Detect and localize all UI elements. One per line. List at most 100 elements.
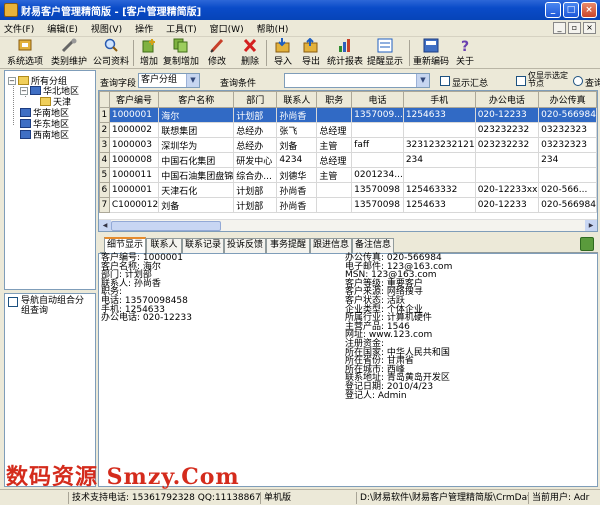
table-cell[interactable]: 234 <box>402 152 476 168</box>
row-number-header[interactable] <box>99 91 110 108</box>
table-cell[interactable]: 1000003 <box>108 137 160 153</box>
table-row[interactable]: 5 1000011 中国石油集团盘锦 综合办... 刘德华 主管 0201234... <box>99 167 597 183</box>
column-header[interactable]: 手机 <box>402 91 476 108</box>
menu-edit[interactable]: 编辑(E) <box>47 22 78 35</box>
table-cell[interactable]: 1000002 <box>108 122 160 138</box>
table-cell[interactable]: 234 <box>538 152 597 168</box>
table-cell[interactable]: 03232323 <box>538 122 597 138</box>
table-cell[interactable]: 中国石化集团 <box>158 152 235 168</box>
close-button[interactable]: × <box>581 2 597 18</box>
table-cell[interactable]: 孙尚香 <box>276 107 318 123</box>
column-header[interactable]: 办公电话 <box>474 91 540 108</box>
row-number[interactable]: 5 <box>99 167 110 183</box>
tab-contact-records[interactable]: 联系记录 <box>182 238 224 253</box>
recode-button[interactable]: 重新编码 <box>412 38 450 68</box>
table-cell[interactable] <box>474 167 540 183</box>
table-cell[interactable]: 1254633 <box>402 107 476 123</box>
table-cell[interactable]: 孙尚香 <box>276 182 318 198</box>
table-cell[interactable]: 刘备 <box>276 137 318 153</box>
column-header[interactable]: 部门 <box>233 91 278 108</box>
tree-node-xinan[interactable]: 西南地区 <box>20 128 69 141</box>
table-cell[interactable]: 总经理 <box>316 152 353 168</box>
import-button[interactable]: 导入 <box>270 38 296 68</box>
group-tree[interactable]: − 所有分组 − 华北地区 天津 华南地区 华东地区 西南地区 <box>4 70 96 290</box>
minimize-button[interactable]: _ <box>545 2 561 18</box>
column-header[interactable]: 职务 <box>316 91 353 108</box>
table-row[interactable]: 6 1000001 天津石化 计划部 孙尚香 13570098 125463332 020-1… <box>99 182 597 198</box>
table-cell[interactable] <box>316 182 353 198</box>
table-cell[interactable]: 1000011 <box>108 167 160 183</box>
tab-followup[interactable]: 跟进信息 <box>310 238 352 253</box>
table-cell[interactable]: 深圳华为 <box>158 137 235 153</box>
delete-button[interactable]: 删除 <box>237 38 263 68</box>
query-radio[interactable] <box>573 76 583 86</box>
column-header[interactable]: 办公传真 <box>538 91 597 108</box>
show-summary-checkbox[interactable] <box>440 76 450 86</box>
row-number[interactable]: 1 <box>99 107 110 123</box>
table-cell[interactable]: 03232323 <box>538 137 597 153</box>
tab-notes[interactable]: 备注信息 <box>352 238 394 253</box>
table-cell[interactable]: 13570098 <box>351 182 404 198</box>
table-cell[interactable]: 023232232 <box>474 122 540 138</box>
row-number[interactable]: 7 <box>99 197 110 213</box>
table-cell[interactable]: 计划部 <box>233 107 278 123</box>
table-cell[interactable]: C1000012 <box>108 197 160 213</box>
company-info-button[interactable]: 公司资料 <box>92 38 130 68</box>
table-cell[interactable]: 020-12233 <box>474 197 540 213</box>
customer-grid[interactable]: 客户编号 客户名称 部门 联系人 职务 电话 手机 办公电话 办公传真 1 1000001 海尔 计划… <box>98 90 598 232</box>
table-cell[interactable]: 海尔 <box>158 107 235 123</box>
table-cell[interactable] <box>474 152 540 168</box>
tab-contacts[interactable]: 联系人 <box>146 238 182 253</box>
table-cell[interactable]: 0201234... <box>351 167 404 183</box>
table-cell[interactable]: 020-566... <box>538 182 597 198</box>
menu-window[interactable]: 窗口(W) <box>210 22 244 35</box>
menu-operate[interactable]: 操作 <box>135 22 153 35</box>
menu-tools[interactable]: 工具(T) <box>166 22 197 35</box>
table-cell[interactable]: 联想集团 <box>158 122 235 138</box>
menu-help[interactable]: 帮助(H) <box>257 22 289 35</box>
table-cell[interactable]: 张飞 <box>276 122 318 138</box>
row-number[interactable]: 3 <box>99 137 110 153</box>
table-cell[interactable]: 研发中心 <box>233 152 278 168</box>
table-cell[interactable] <box>316 197 353 213</box>
table-cell[interactable]: 020-566984 <box>538 197 597 213</box>
table-cell[interactable]: 1254633 <box>402 197 476 213</box>
table-cell[interactable]: faff <box>351 137 404 153</box>
table-cell[interactable]: 020-12233 <box>474 107 540 123</box>
table-cell[interactable]: 天津石化 <box>158 182 235 198</box>
table-cell[interactable]: 020-12233xx <box>474 182 540 198</box>
table-cell[interactable]: 1000001 <box>108 107 160 123</box>
menu-file[interactable]: 文件(F) <box>4 22 34 35</box>
column-header[interactable]: 客户编号 <box>108 91 160 108</box>
table-cell[interactable]: 刘备 <box>158 197 235 213</box>
tab-reminders[interactable]: 事务提醒 <box>266 238 310 253</box>
table-cell[interactable]: 1357009... <box>351 107 404 123</box>
mdi-minimize-button[interactable]: _ <box>553 22 566 34</box>
table-cell[interactable] <box>538 167 597 183</box>
add-button[interactable]: 增加 <box>136 38 162 68</box>
about-button[interactable]: ? 关于 <box>452 38 478 68</box>
collapse-icon[interactable]: − <box>20 86 28 95</box>
only-selected-node-checkbox[interactable] <box>516 76 526 86</box>
query-cond-select[interactable]: ▼ <box>284 73 430 88</box>
table-cell[interactable]: 综合办... <box>233 167 278 183</box>
nav-auto-group-option[interactable]: 导航自动组合分组查询 <box>8 296 91 316</box>
table-cell[interactable]: 总经办 <box>233 137 278 153</box>
row-number[interactable]: 4 <box>99 152 110 168</box>
system-options-button[interactable]: 系统选项 <box>4 38 46 68</box>
table-cell[interactable]: 总经理 <box>316 122 353 138</box>
menu-view[interactable]: 视图(V) <box>91 22 122 35</box>
table-cell[interactable] <box>351 152 404 168</box>
export-button[interactable]: 导出 <box>298 37 324 68</box>
table-row[interactable]: 3 1000003 深圳华为 总经办 刘备 主管 faff 323123232121 02323… <box>99 137 597 153</box>
table-cell[interactable]: 主管 <box>316 137 353 153</box>
scroll-right-icon[interactable]: ▶ <box>585 220 597 231</box>
scrollbar-thumb[interactable] <box>111 221 221 231</box>
category-maintain-button[interactable]: 类别维护 <box>50 38 88 68</box>
table-cell[interactable] <box>316 107 353 123</box>
table-cell[interactable]: 孙尚香 <box>276 197 318 213</box>
table-cell[interactable] <box>402 122 476 138</box>
row-number[interactable]: 2 <box>99 122 110 138</box>
horizontal-scrollbar[interactable]: ◀ ▶ <box>99 219 597 231</box>
table-cell[interactable]: 计划部 <box>233 182 278 198</box>
